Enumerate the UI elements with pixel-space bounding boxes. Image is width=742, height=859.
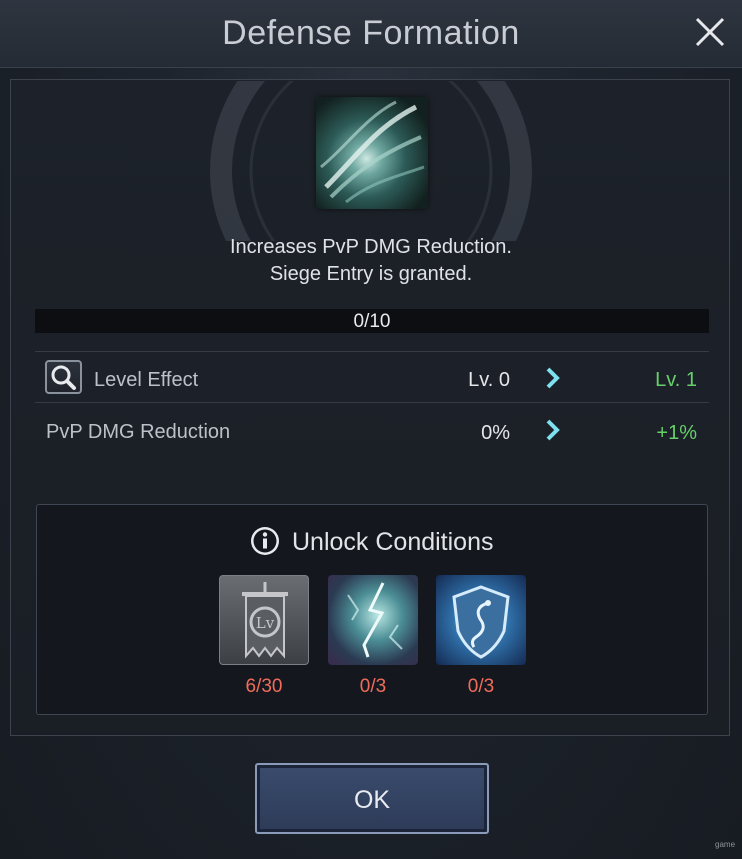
condition-level[interactable]: Lv	[219, 575, 309, 665]
level-current: Lv. 0	[468, 369, 510, 391]
unlock-conditions-title: Unlock Conditions	[292, 528, 494, 556]
chevron-right-icon	[546, 419, 560, 441]
condition-dragon-shield[interactable]	[436, 575, 526, 665]
level-banner-icon: Lv	[242, 582, 288, 659]
dialog-title: Defense Formation	[222, 14, 520, 52]
magnifier-icon	[51, 365, 76, 390]
level-progress-bar: 0/10	[35, 309, 709, 333]
wind-slash-skill-icon	[316, 97, 428, 209]
level-effect-label: Level Effect	[94, 369, 199, 391]
stat-current: 0%	[481, 422, 510, 444]
title-bar: Defense Formation	[0, 0, 742, 68]
skill-description-line1: Increases PvP DMG Reduction.	[230, 236, 512, 258]
chevron-right-icon	[546, 367, 560, 389]
close-button[interactable]	[690, 12, 730, 52]
ok-button[interactable]: OK	[255, 763, 489, 834]
divider	[35, 351, 709, 352]
skill-description-line2: Siege Entry is granted.	[269, 263, 473, 285]
progress-text: 0/10	[353, 311, 391, 332]
ok-button-label: OK	[353, 786, 391, 814]
condition-count: 0/3	[467, 676, 495, 697]
stat-next: +1%	[656, 422, 697, 444]
info-icon	[251, 527, 279, 555]
dragon-shield-icon	[452, 585, 510, 659]
svg-text:Lv: Lv	[256, 614, 275, 632]
condition-count: 6/30	[245, 676, 283, 697]
condition-count: 0/3	[359, 676, 387, 697]
stat-label-pvp-dmg-reduction: PvP DMG Reduction	[46, 421, 231, 443]
close-icon	[695, 17, 725, 47]
divider	[35, 402, 709, 403]
lightning-skill-icon	[347, 582, 403, 658]
level-effect-search-button[interactable]	[45, 360, 82, 394]
defense-formation-dialog: Defense Formation Increases PvP DMG Redu…	[0, 0, 742, 859]
watermark-text: game	[715, 840, 736, 849]
level-next: Lv. 1	[655, 369, 697, 391]
condition-lightning-skill[interactable]	[328, 575, 418, 665]
